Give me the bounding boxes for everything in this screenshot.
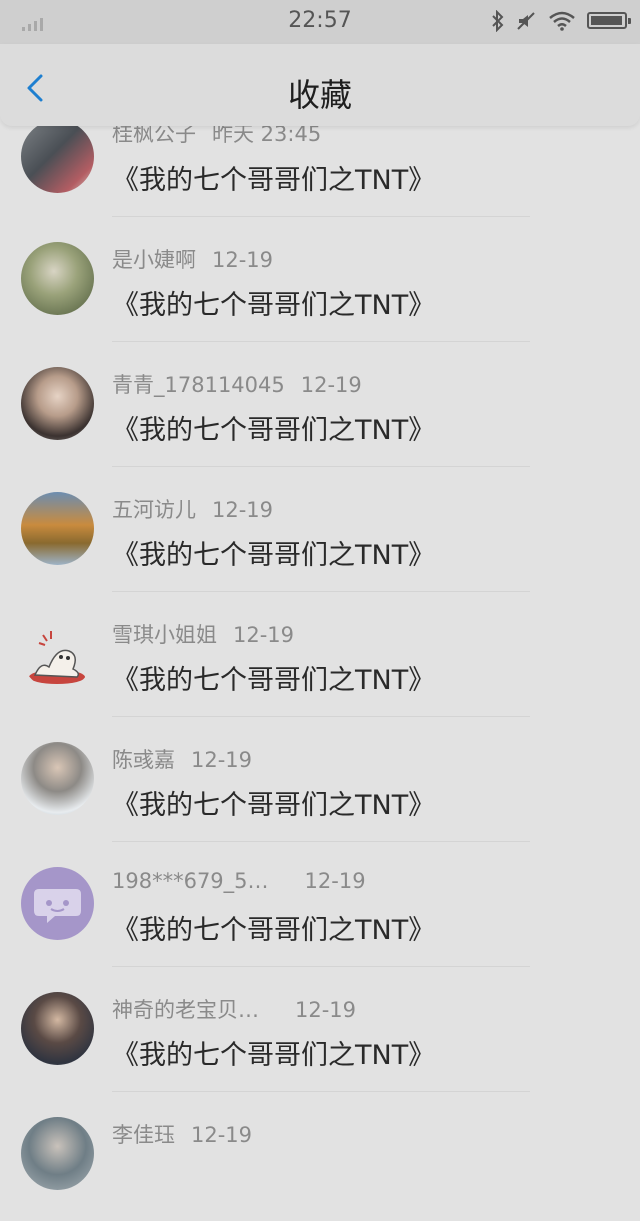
item-title: 《我的七个哥哥们之TNT》 <box>112 1040 436 1071</box>
avatar <box>21 742 94 815</box>
divider <box>112 966 530 967</box>
avatar <box>21 120 94 193</box>
divider <box>112 591 530 592</box>
divider <box>112 716 530 717</box>
chat-bubble-icon <box>34 889 81 923</box>
timestamp: 12-19 <box>191 1123 253 1147</box>
item-title: 《我的七个哥哥们之TNT》 <box>112 415 436 446</box>
item-title: 《我的七个哥哥们之TNT》 <box>112 165 436 196</box>
list-item[interactable]: 青青_178114045 12-19 《我的七个哥哥们之TNT》 <box>0 346 640 471</box>
user-name: 五河访儿 <box>112 498 196 522</box>
divider <box>112 216 530 217</box>
divider <box>112 841 530 842</box>
timestamp: 12-19 <box>212 248 274 272</box>
item-title: 《我的七个哥哥们之TNT》 <box>112 915 436 946</box>
timestamp: 12-19 <box>233 623 295 647</box>
list-item[interactable]: 陈彧嘉 12-19 《我的七个哥哥们之TNT》 <box>0 721 640 846</box>
list-item[interactable]: 神奇的老宝贝… 12-19 《我的七个哥哥们之TNT》 <box>0 971 640 1096</box>
list-item[interactable]: 五河访儿 12-19 《我的七个哥哥们之TNT》 <box>0 471 640 596</box>
user-name: 雪琪小姐姐 <box>112 623 217 647</box>
status-bar: 22:57 <box>0 0 640 44</box>
wifi-icon <box>549 11 575 31</box>
status-time: 22:57 <box>288 8 352 33</box>
avatar <box>21 492 94 565</box>
avatar <box>21 992 94 1065</box>
timestamp: 12-19 <box>191 748 253 772</box>
item-title: 《我的七个哥哥们之TNT》 <box>112 290 436 321</box>
mute-icon <box>517 12 535 30</box>
favorites-list: 桂枫公子 昨天 23:45 《我的七个哥哥们之TNT》 是小婕啊 12-19 《我的… <box>0 0 640 1190</box>
avatar <box>21 617 94 690</box>
avatar <box>21 367 94 440</box>
user-name: 李佳珏 <box>112 1123 175 1147</box>
user-name: 青青_178114045 <box>112 373 285 397</box>
battery-icon <box>587 12 631 29</box>
user-name: 是小婕啊 <box>112 248 196 272</box>
item-title: 《我的七个哥哥们之TNT》 <box>112 540 436 571</box>
avatar <box>21 867 94 940</box>
timestamp: 12-19 <box>304 869 366 893</box>
timestamp: 12-19 <box>295 998 357 1022</box>
timestamp: 12-19 <box>212 498 274 522</box>
list-item[interactable]: 雪琪小姐姐 12-19 《我的七个哥哥们之TNT》 <box>0 596 640 721</box>
avatar <box>21 1117 94 1190</box>
list-item[interactable]: 198***679_5… 12-19 《我的七个哥哥们之TNT》 <box>0 846 640 971</box>
user-name: 198***679_5… <box>112 869 269 893</box>
user-name: 神奇的老宝贝… <box>112 998 259 1022</box>
timestamp: 12-19 <box>300 373 362 397</box>
page-title: 收藏 <box>287 76 352 114</box>
nav-bar: 收藏 <box>0 44 640 126</box>
divider <box>112 466 530 467</box>
cartoon-avatar-icon <box>29 631 85 684</box>
bluetooth-icon <box>492 10 504 32</box>
user-name: 陈彧嘉 <box>112 748 175 772</box>
item-title: 《我的七个哥哥们之TNT》 <box>112 665 436 696</box>
list-item[interactable]: 李佳珏 12-19 <box>0 1096 640 1221</box>
divider <box>112 1091 530 1092</box>
list-item[interactable]: 是小婕啊 12-19 《我的七个哥哥们之TNT》 <box>0 221 640 346</box>
divider <box>112 341 530 342</box>
avatar <box>21 242 94 315</box>
item-title: 《我的七个哥哥们之TNT》 <box>112 790 436 821</box>
